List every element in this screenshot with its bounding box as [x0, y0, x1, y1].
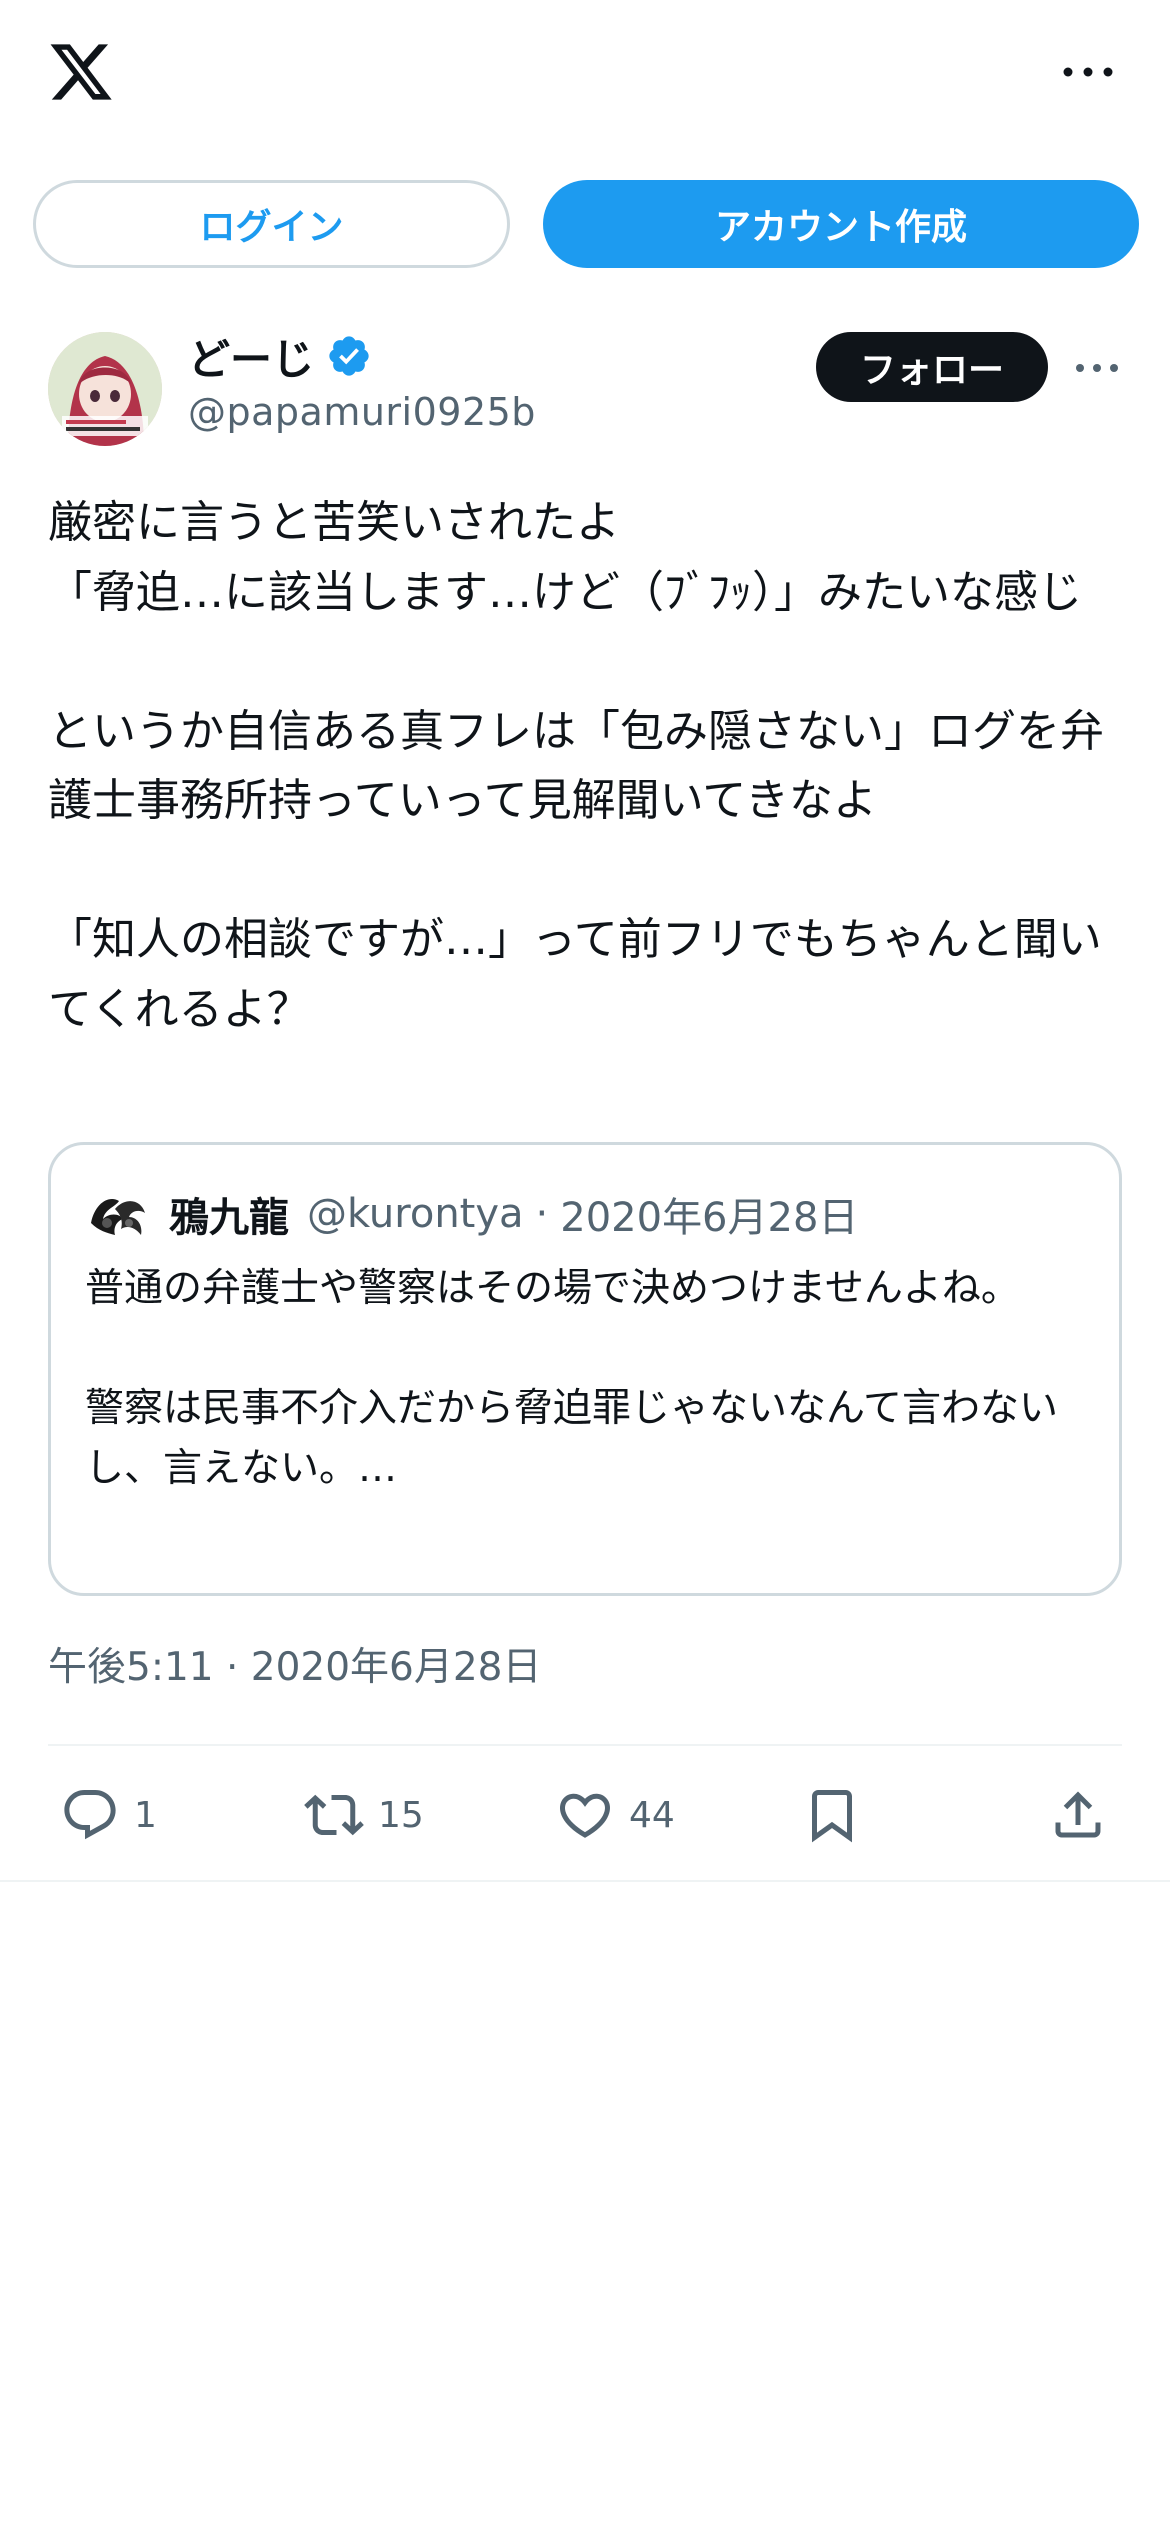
reply-count: 1: [134, 1794, 157, 1836]
follow-button[interactable]: フォロー: [816, 332, 1048, 402]
reply-button[interactable]: 1: [60, 1770, 157, 1860]
quoted-handle: @kurontya: [307, 1191, 524, 1237]
top-bar: [0, 0, 1170, 150]
heart-icon: [559, 1793, 611, 1838]
quoted-date: 2020年6月28日: [560, 1195, 859, 1241]
like-count: 44: [629, 1794, 675, 1836]
avatar[interactable]: [48, 332, 162, 446]
quoted-avatar[interactable]: [85, 1183, 149, 1247]
tweet-timestamp[interactable]: 午後5:11 · 2020年6月28日: [48, 1636, 541, 1692]
quoted-header: 鴉九龍 @kurontya · 2020年6月28日: [169, 1181, 858, 1247]
author-display-name[interactable]: どーじ: [188, 326, 314, 387]
action-bar: 1 15 44: [0, 1770, 1170, 1860]
quoted-tweet[interactable]: 鴉九龍 @kurontya · 2020年6月28日 普通の弁護士や警察はその場…: [48, 1142, 1122, 1596]
divider: [48, 1744, 1122, 1746]
retweet-button[interactable]: 15: [304, 1770, 424, 1860]
author-handle[interactable]: @papamuri0925b: [188, 390, 536, 434]
retweet-icon: [304, 1794, 364, 1836]
login-button[interactable]: ログイン: [33, 180, 510, 268]
author-name-row: どーじ: [188, 328, 372, 384]
divider: [0, 1880, 1170, 1882]
reply-icon: [64, 1790, 116, 1840]
share-icon: [1055, 1791, 1101, 1838]
share-button[interactable]: [1048, 1770, 1108, 1860]
tweet-page: ログイン アカウント作成 どーじ @papamuri0925b フォロー 厳密に…: [0, 0, 1170, 2532]
quoted-text: 普通の弁護士や警察はその場で決めつけませんよね。 警察は民事不介入だから脅迫罪じ…: [85, 1266, 1059, 1491]
retweet-count: 15: [378, 1794, 424, 1836]
bookmark-button[interactable]: [802, 1770, 862, 1860]
like-button[interactable]: 44: [555, 1770, 675, 1860]
quoted-separator: ·: [535, 1191, 549, 1237]
quoted-display-name: 鴉九龍: [169, 1195, 289, 1241]
bookmark-icon: [812, 1790, 852, 1843]
more-horizontal-icon[interactable]: [1058, 52, 1118, 92]
create-account-button[interactable]: アカウント作成: [543, 180, 1139, 268]
auth-buttons: ログイン アカウント作成: [0, 178, 1170, 270]
tweet-text: 厳密に言うと苦笑いされたよ 「脅迫…に該当します…けど（ﾌﾞﾌｯ）」みたいな感じ…: [48, 497, 1104, 1035]
x-logo-icon[interactable]: [46, 38, 116, 106]
more-horizontal-icon[interactable]: [1072, 350, 1122, 386]
verified-badge-icon[interactable]: [326, 333, 372, 379]
